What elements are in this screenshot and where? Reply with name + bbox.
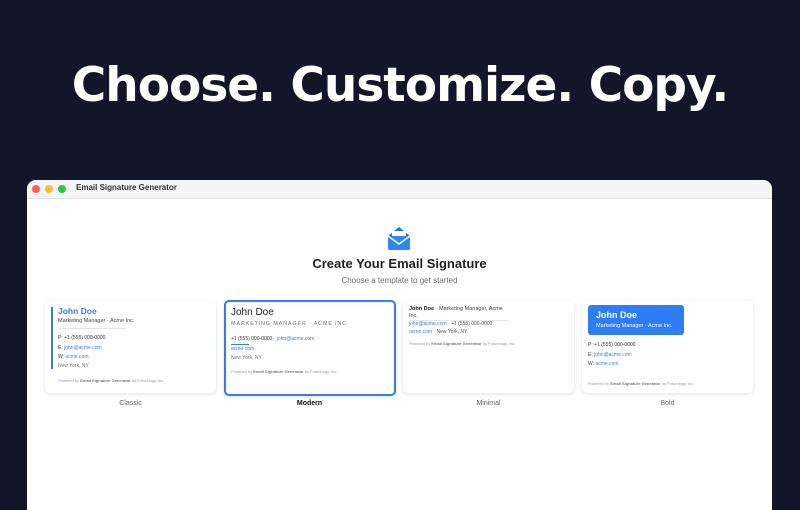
- powered-by: Powered by Email Signature Generator by …: [409, 341, 516, 346]
- powered-by: Powered by Email Signature Generator by …: [231, 369, 338, 374]
- email-link[interactable]: john@acme.com: [409, 321, 447, 327]
- web-link[interactable]: acme.com: [595, 361, 618, 367]
- email-envelope-icon: [387, 227, 411, 250]
- template-label-classic[interactable]: Classic: [45, 400, 216, 407]
- signature-role: Marketing Manager · Acme Inc.: [596, 323, 673, 329]
- window-title: Email Signature Generator: [76, 183, 177, 192]
- template-label-minimal[interactable]: Minimal: [403, 400, 574, 407]
- signature-role: MARKETING MANAGER · ACME INC.: [231, 321, 350, 327]
- email-link[interactable]: john@acme.com: [277, 336, 315, 342]
- signature-web-location: acme.com · New York, NY: [409, 329, 468, 335]
- signature-name: John Doe: [409, 306, 435, 312]
- template-card-bold[interactable]: John Doe Marketing Manager · Acme Inc. P…: [582, 301, 753, 393]
- signature-banner: John Doe Marketing Manager · Acme Inc.: [588, 305, 684, 335]
- template-card-minimal[interactable]: John Doe · Marketing Manager, Acme Inc. …: [403, 301, 574, 393]
- window-titlebar: Email Signature Generator: [27, 180, 772, 199]
- template-label-modern[interactable]: Modern: [224, 400, 395, 407]
- powered-by: Powered by Email Signature Generator by …: [588, 381, 695, 386]
- divider: [58, 328, 126, 329]
- signature-role: · Marketing Manager, Acme: [435, 306, 503, 312]
- page-title: Create Your Email Signature: [312, 256, 487, 271]
- email-link[interactable]: john@acme.com: [64, 345, 102, 351]
- signature-name: John Doe: [58, 306, 97, 316]
- signature-name: John Doe: [231, 307, 274, 318]
- web-link[interactable]: acme.com: [409, 329, 432, 335]
- template-label-bold[interactable]: Bold: [582, 400, 753, 407]
- accent-rule: [231, 344, 249, 345]
- page-subtitle: Choose a template to get started: [341, 276, 458, 285]
- signature-contact: P: +1 (555) 000-0000 E: john@acme.com W:…: [588, 342, 636, 367]
- signature-contact: +1 (555) 000-0000 · john@acme.com ·: [231, 336, 318, 342]
- app-window: Email Signature Generator Create Your Em…: [27, 180, 772, 510]
- signature-role-continued: Inc.: [409, 313, 418, 319]
- hero-headline: Choose. Customize. Copy.: [71, 58, 729, 113]
- signature-location: New York, NY: [231, 355, 262, 361]
- accent-bar: [51, 307, 53, 369]
- minimize-window-button[interactable]: [45, 185, 53, 193]
- powered-by: Powered by Email Signature Generator by …: [58, 378, 165, 383]
- signature-contact: john@acme.com · +1 (555) 000-0000: [409, 321, 493, 327]
- signature-location: New York, NY: [58, 363, 89, 369]
- web-link[interactable]: acme.com: [65, 354, 88, 360]
- signature-name: John Doe: [596, 310, 638, 320]
- signature-contact: P: +1 (555) 000-0000 E: john@acme.com W:…: [58, 335, 106, 360]
- signature-header: John Doe · Marketing Manager, Acme: [409, 306, 503, 312]
- web-link[interactable]: acme.com: [231, 346, 254, 352]
- signature-role: Marketing Manager · Acme Inc.: [58, 318, 135, 324]
- close-window-button[interactable]: [32, 185, 40, 193]
- template-card-modern[interactable]: John Doe MARKETING MANAGER · ACME INC. +…: [224, 300, 396, 396]
- template-card-classic[interactable]: John Doe Marketing Manager · Acme Inc. P…: [45, 301, 216, 393]
- zoom-window-button[interactable]: [58, 185, 66, 193]
- email-link[interactable]: john@acme.com: [594, 352, 632, 358]
